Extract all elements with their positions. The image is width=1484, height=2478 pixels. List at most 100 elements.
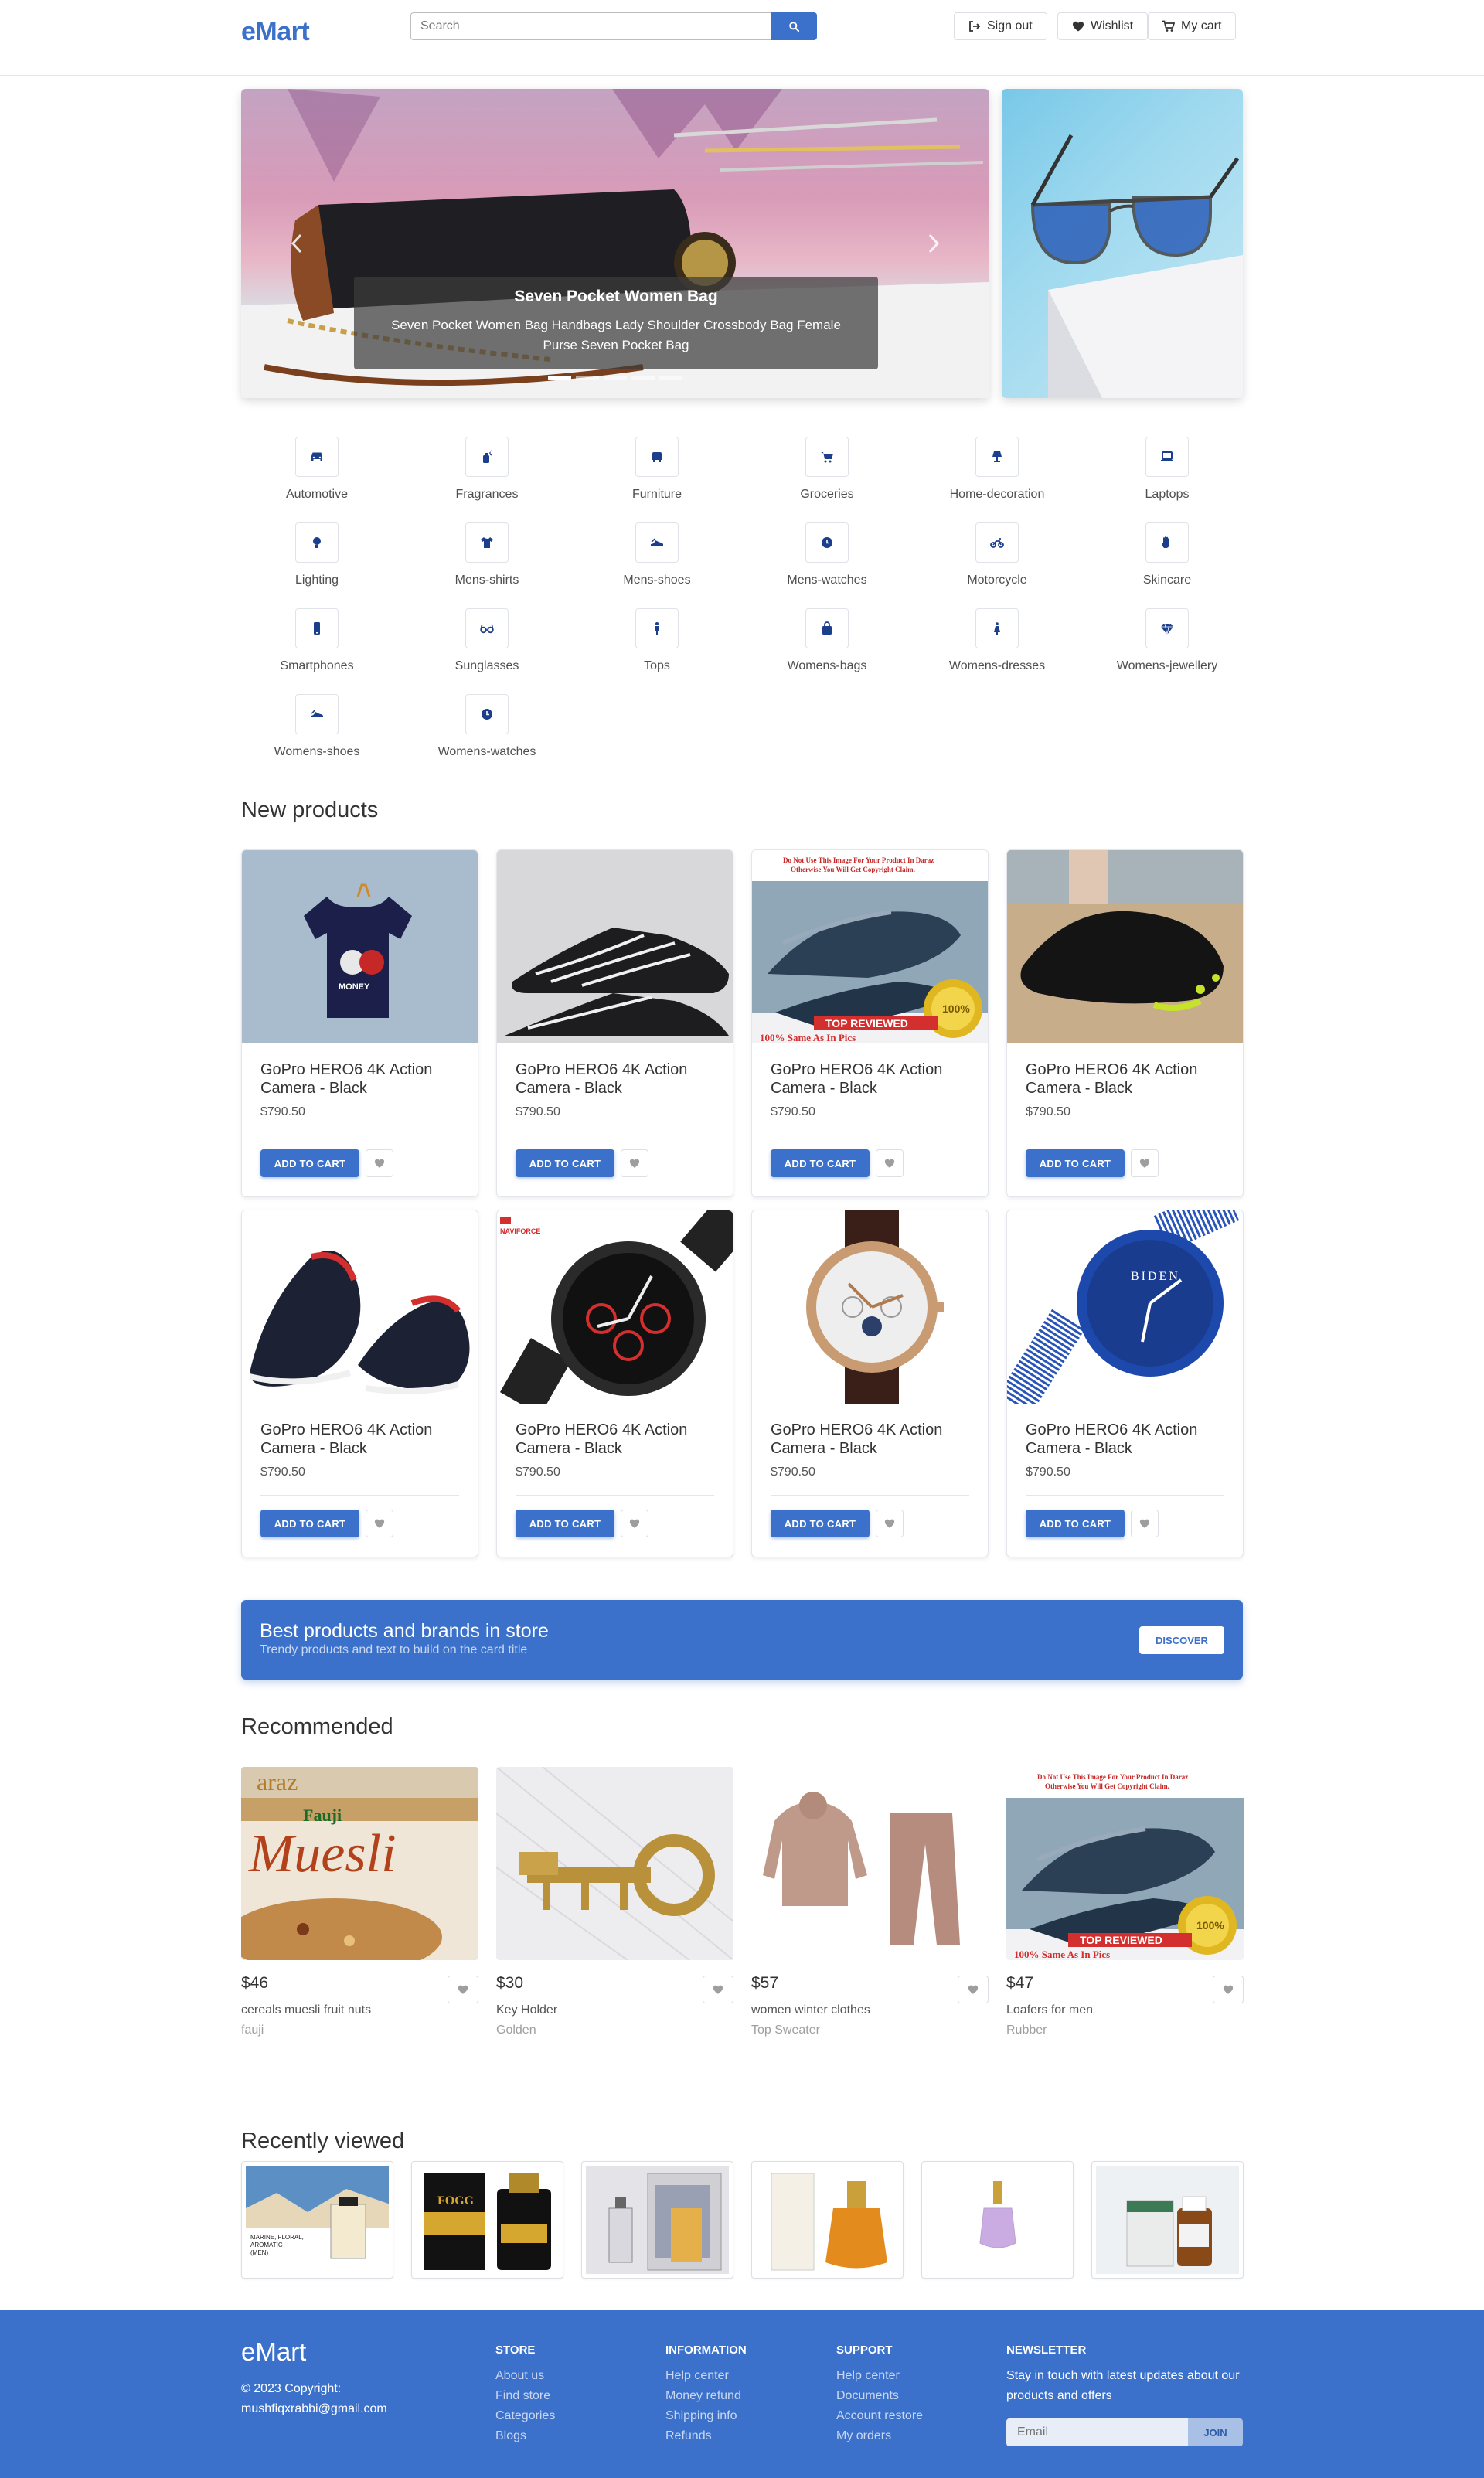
recommended-name[interactable]: Key Holder — [496, 2003, 557, 2017]
carousel-indicator[interactable] — [604, 376, 627, 380]
footer-link[interactable]: Money refund — [665, 2386, 747, 2406]
category-laptops[interactable]: Laptops — [1082, 437, 1252, 502]
category-icon-box[interactable] — [295, 694, 339, 734]
recommended-name[interactable]: cereals muesli fruit nuts — [241, 2003, 371, 2017]
recently-viewed-image[interactable]: FOGG — [416, 2166, 559, 2274]
recommended-image[interactable] — [751, 1767, 989, 1960]
wishlist-button[interactable]: Wishlist — [1057, 12, 1149, 40]
footer-link[interactable]: Account restore — [836, 2406, 923, 2426]
add-to-wishlist-button[interactable] — [1131, 1510, 1159, 1537]
footer-link[interactable]: Help center — [665, 2366, 747, 2386]
category-home-decoration[interactable]: Home-decoration — [912, 437, 1082, 502]
recommended-name[interactable]: women winter clothes — [751, 2003, 870, 2017]
recommended-image[interactable]: Do Not Use This Image For Your Product I… — [1006, 1767, 1244, 1960]
recently-viewed-image[interactable] — [1096, 2166, 1239, 2274]
product-card[interactable]: MONEY GoPro HERO6 4K Action Camera - Blac… — [241, 849, 478, 1197]
add-to-wishlist-button[interactable] — [1131, 1149, 1159, 1177]
product-title[interactable]: GoPro HERO6 4K Action Camera - Black — [260, 1421, 459, 1458]
add-to-cart-button[interactable]: ADD TO CART — [771, 1510, 870, 1537]
category-icon-box[interactable] — [1145, 608, 1189, 648]
product-image[interactable]: BIDEN — [1007, 1210, 1243, 1404]
category-skincare[interactable]: Skincare — [1082, 522, 1252, 587]
add-to-cart-button[interactable]: ADD TO CART — [1026, 1149, 1125, 1177]
sunglasses-banner[interactable] — [1002, 89, 1243, 398]
category-mens-shoes[interactable]: Mens-shoes — [572, 522, 742, 587]
category-icon-box[interactable] — [465, 522, 509, 563]
category-icon-box[interactable] — [295, 522, 339, 563]
category-sunglasses[interactable]: Sunglasses — [402, 608, 572, 673]
footer-link[interactable]: About us — [495, 2366, 555, 2386]
category-icon-box[interactable] — [635, 437, 679, 477]
add-to-wishlist-button[interactable] — [703, 1976, 733, 2003]
recently-viewed-item[interactable] — [1091, 2161, 1244, 2279]
add-to-wishlist-button[interactable] — [621, 1149, 648, 1177]
add-to-wishlist-button[interactable] — [876, 1510, 904, 1537]
footer-link[interactable]: My orders — [836, 2426, 923, 2446]
search-button[interactable] — [771, 12, 817, 40]
recommended-item[interactable]: $30 Key Holder Golden — [496, 1767, 733, 2045]
category-womens-dresses[interactable]: Womens-dresses — [912, 608, 1082, 673]
newsletter-join-button[interactable]: JOIN — [1188, 2418, 1243, 2446]
product-card[interactable]: BIDEN GoPro HERO6 4K Action Camera - Blac… — [1006, 1210, 1244, 1557]
category-mens-shirts[interactable]: Mens-shirts — [402, 522, 572, 587]
category-furniture[interactable]: Furniture — [572, 437, 742, 502]
product-card[interactable]: GoPro HERO6 4K Action Camera - Black $790… — [1006, 849, 1244, 1197]
footer-link[interactable]: Blogs — [495, 2426, 555, 2446]
add-to-wishlist-button[interactable] — [958, 1976, 989, 2003]
product-card[interactable]: Do Not Use This Image For Your Product I… — [751, 849, 989, 1197]
product-image[interactable] — [242, 1210, 478, 1404]
recently-viewed-item[interactable]: MARINE, FLORAL, AROMATIC (MEN) — [241, 2161, 393, 2279]
category-icon-box[interactable] — [635, 608, 679, 648]
category-icon-box[interactable] — [805, 522, 849, 563]
footer-link[interactable]: Help center — [836, 2366, 923, 2386]
category-icon-box[interactable] — [1145, 522, 1189, 563]
product-image[interactable] — [497, 850, 733, 1043]
category-womens-shoes[interactable]: Womens-shoes — [232, 694, 402, 759]
product-title[interactable]: GoPro HERO6 4K Action Camera - Black — [1026, 1421, 1224, 1458]
recommended-image[interactable]: araz Fauji Muesli — [241, 1767, 478, 1960]
product-card[interactable]: GoPro HERO6 4K Action Camera - Black $790… — [751, 1210, 989, 1557]
add-to-wishlist-button[interactable] — [1213, 1976, 1244, 2003]
footer-link[interactable]: Documents — [836, 2386, 923, 2406]
add-to-cart-button[interactable]: ADD TO CART — [771, 1149, 870, 1177]
category-icon-box[interactable] — [975, 437, 1019, 477]
discover-button[interactable]: DISCOVER — [1139, 1626, 1224, 1654]
product-title[interactable]: GoPro HERO6 4K Action Camera - Black — [1026, 1060, 1224, 1098]
product-title[interactable]: GoPro HERO6 4K Action Camera - Black — [260, 1060, 459, 1098]
recommended-name[interactable]: Loafers for men — [1006, 2003, 1093, 2017]
category-icon-box[interactable] — [805, 608, 849, 648]
category-womens-jewellery[interactable]: Womens-jewellery — [1082, 608, 1252, 673]
product-title[interactable]: GoPro HERO6 4K Action Camera - Black — [771, 1060, 969, 1098]
category-icon-box[interactable] — [295, 608, 339, 648]
add-to-cart-button[interactable]: ADD TO CART — [516, 1510, 614, 1537]
product-image[interactable] — [1007, 850, 1243, 1043]
product-image[interactable]: Do Not Use This Image For Your Product I… — [752, 850, 988, 1043]
recently-viewed-image[interactable]: MARINE, FLORAL, AROMATIC (MEN) — [246, 2166, 389, 2274]
carousel-indicator[interactable] — [576, 376, 599, 380]
category-icon-box[interactable] — [975, 522, 1019, 563]
footer-link[interactable]: Shipping info — [665, 2406, 747, 2426]
recently-viewed-image[interactable] — [756, 2166, 899, 2274]
recommended-item[interactable]: $57 women winter clothes Top Sweater — [751, 1767, 989, 2045]
product-image[interactable]: MONEY — [242, 850, 478, 1043]
product-title[interactable]: GoPro HERO6 4K Action Camera - Black — [516, 1421, 714, 1458]
add-to-wishlist-button[interactable] — [448, 1976, 478, 2003]
category-mens-watches[interactable]: Mens-watches — [742, 522, 912, 587]
category-icon-box[interactable] — [465, 608, 509, 648]
add-to-cart-button[interactable]: ADD TO CART — [516, 1149, 614, 1177]
footer-link[interactable]: Categories — [495, 2406, 555, 2426]
carousel-indicator[interactable] — [548, 376, 571, 380]
footer-logo[interactable]: eMart — [241, 2337, 306, 2367]
category-icon-box[interactable] — [805, 437, 849, 477]
add-to-cart-button[interactable]: ADD TO CART — [260, 1149, 359, 1177]
add-to-cart-button[interactable]: ADD TO CART — [1026, 1510, 1125, 1537]
recommended-item[interactable]: Do Not Use This Image For Your Product I… — [1006, 1767, 1244, 2045]
carousel-next-button[interactable] — [918, 228, 949, 259]
category-womens-bags[interactable]: Womens-bags — [742, 608, 912, 673]
category-lighting[interactable]: Lighting — [232, 522, 402, 587]
product-card[interactable]: GoPro HERO6 4K Action Camera - Black $790… — [241, 1210, 478, 1557]
sign-out-button[interactable]: Sign out — [954, 12, 1047, 40]
product-title[interactable]: GoPro HERO6 4K Action Camera - Black — [771, 1421, 969, 1458]
recently-viewed-image[interactable] — [586, 2166, 729, 2274]
recently-viewed-item[interactable] — [581, 2161, 733, 2279]
